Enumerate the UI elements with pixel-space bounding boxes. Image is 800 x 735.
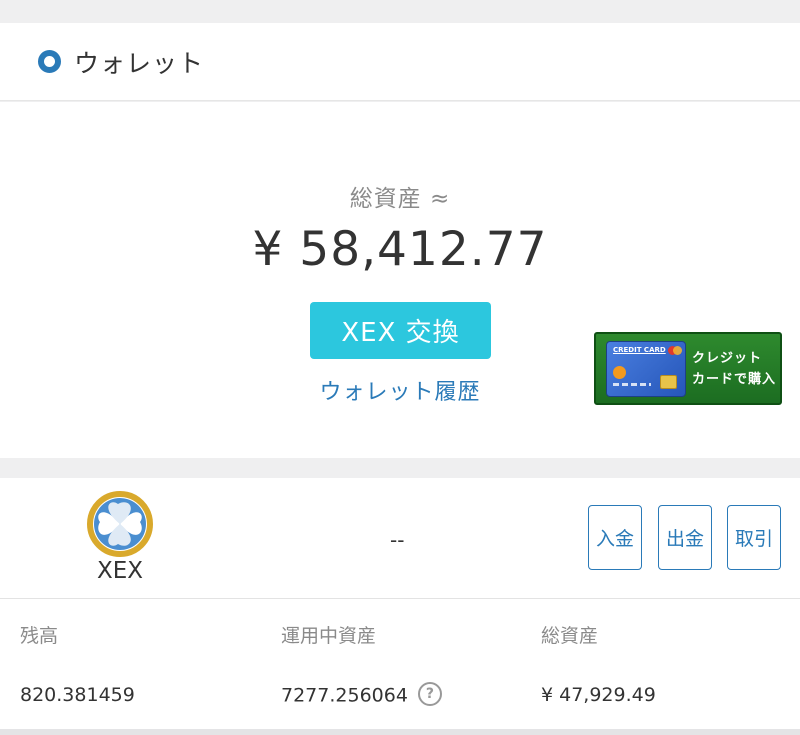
card-logo-yellow — [673, 345, 682, 355]
deposit-button[interactable]: 入金 — [588, 505, 642, 570]
trade-button[interactable]: 取引 — [727, 505, 781, 570]
balance-label: 残高 — [20, 625, 59, 647]
total-assets-summary: 総資産 ≈ ¥ 58,412.77 XEX 交換 ウォレット履歴 CREDIT … — [0, 102, 800, 458]
coin-status: -- — [390, 528, 405, 552]
coin-name: XEX — [96, 558, 144, 584]
operating-assets-value: 7277.256064 — [281, 684, 408, 707]
wallet-header: ウォレット — [0, 23, 800, 101]
credit-card-icon: CREDIT CARD — [606, 340, 686, 397]
card-title: CREDIT CARD — [613, 345, 666, 354]
xex-exchange-button[interactable]: XEX 交換 — [310, 302, 491, 359]
xex-asset-card: XEX -- 入金 出金 取引 残高 運用中資産 総資産 820.381459 … — [0, 478, 800, 729]
xex-logo-icon — [86, 490, 154, 558]
chip-icon — [660, 374, 677, 389]
ring-icon — [38, 50, 61, 73]
bottom-strip — [0, 729, 800, 735]
total-assets-label: 総資産 ≈ — [349, 186, 451, 212]
balance-value: 820.381459 — [20, 684, 135, 706]
wallet-page: ウォレット 総資産 ≈ ¥ 58,412.77 XEX 交換 ウォレット履歴 C… — [0, 0, 800, 735]
banner-text: クレジット カードで購入 — [692, 348, 776, 390]
credit-card-purchase-banner[interactable]: CREDIT CARD クレジット カードで購入 — [594, 332, 782, 405]
total-assets-column-value: ¥ 47,929.49 — [541, 684, 656, 706]
banner-line-1: クレジット — [692, 350, 763, 366]
operating-assets-label: 運用中資産 — [281, 625, 377, 647]
total-assets-column-label: 総資産 — [541, 625, 599, 647]
page-title: ウォレット — [74, 48, 205, 78]
total-assets-value: ¥ 58,412.77 — [252, 222, 548, 277]
bitcoin-icon — [613, 365, 626, 379]
operating-assets-row: 7277.256064? — [281, 682, 442, 708]
help-icon[interactable]: ? — [417, 682, 442, 706]
banner-line-2: カードで購入 — [692, 371, 777, 387]
card-number-stripe — [613, 382, 651, 386]
withdraw-button[interactable]: 出金 — [658, 505, 712, 570]
divider — [0, 598, 800, 599]
